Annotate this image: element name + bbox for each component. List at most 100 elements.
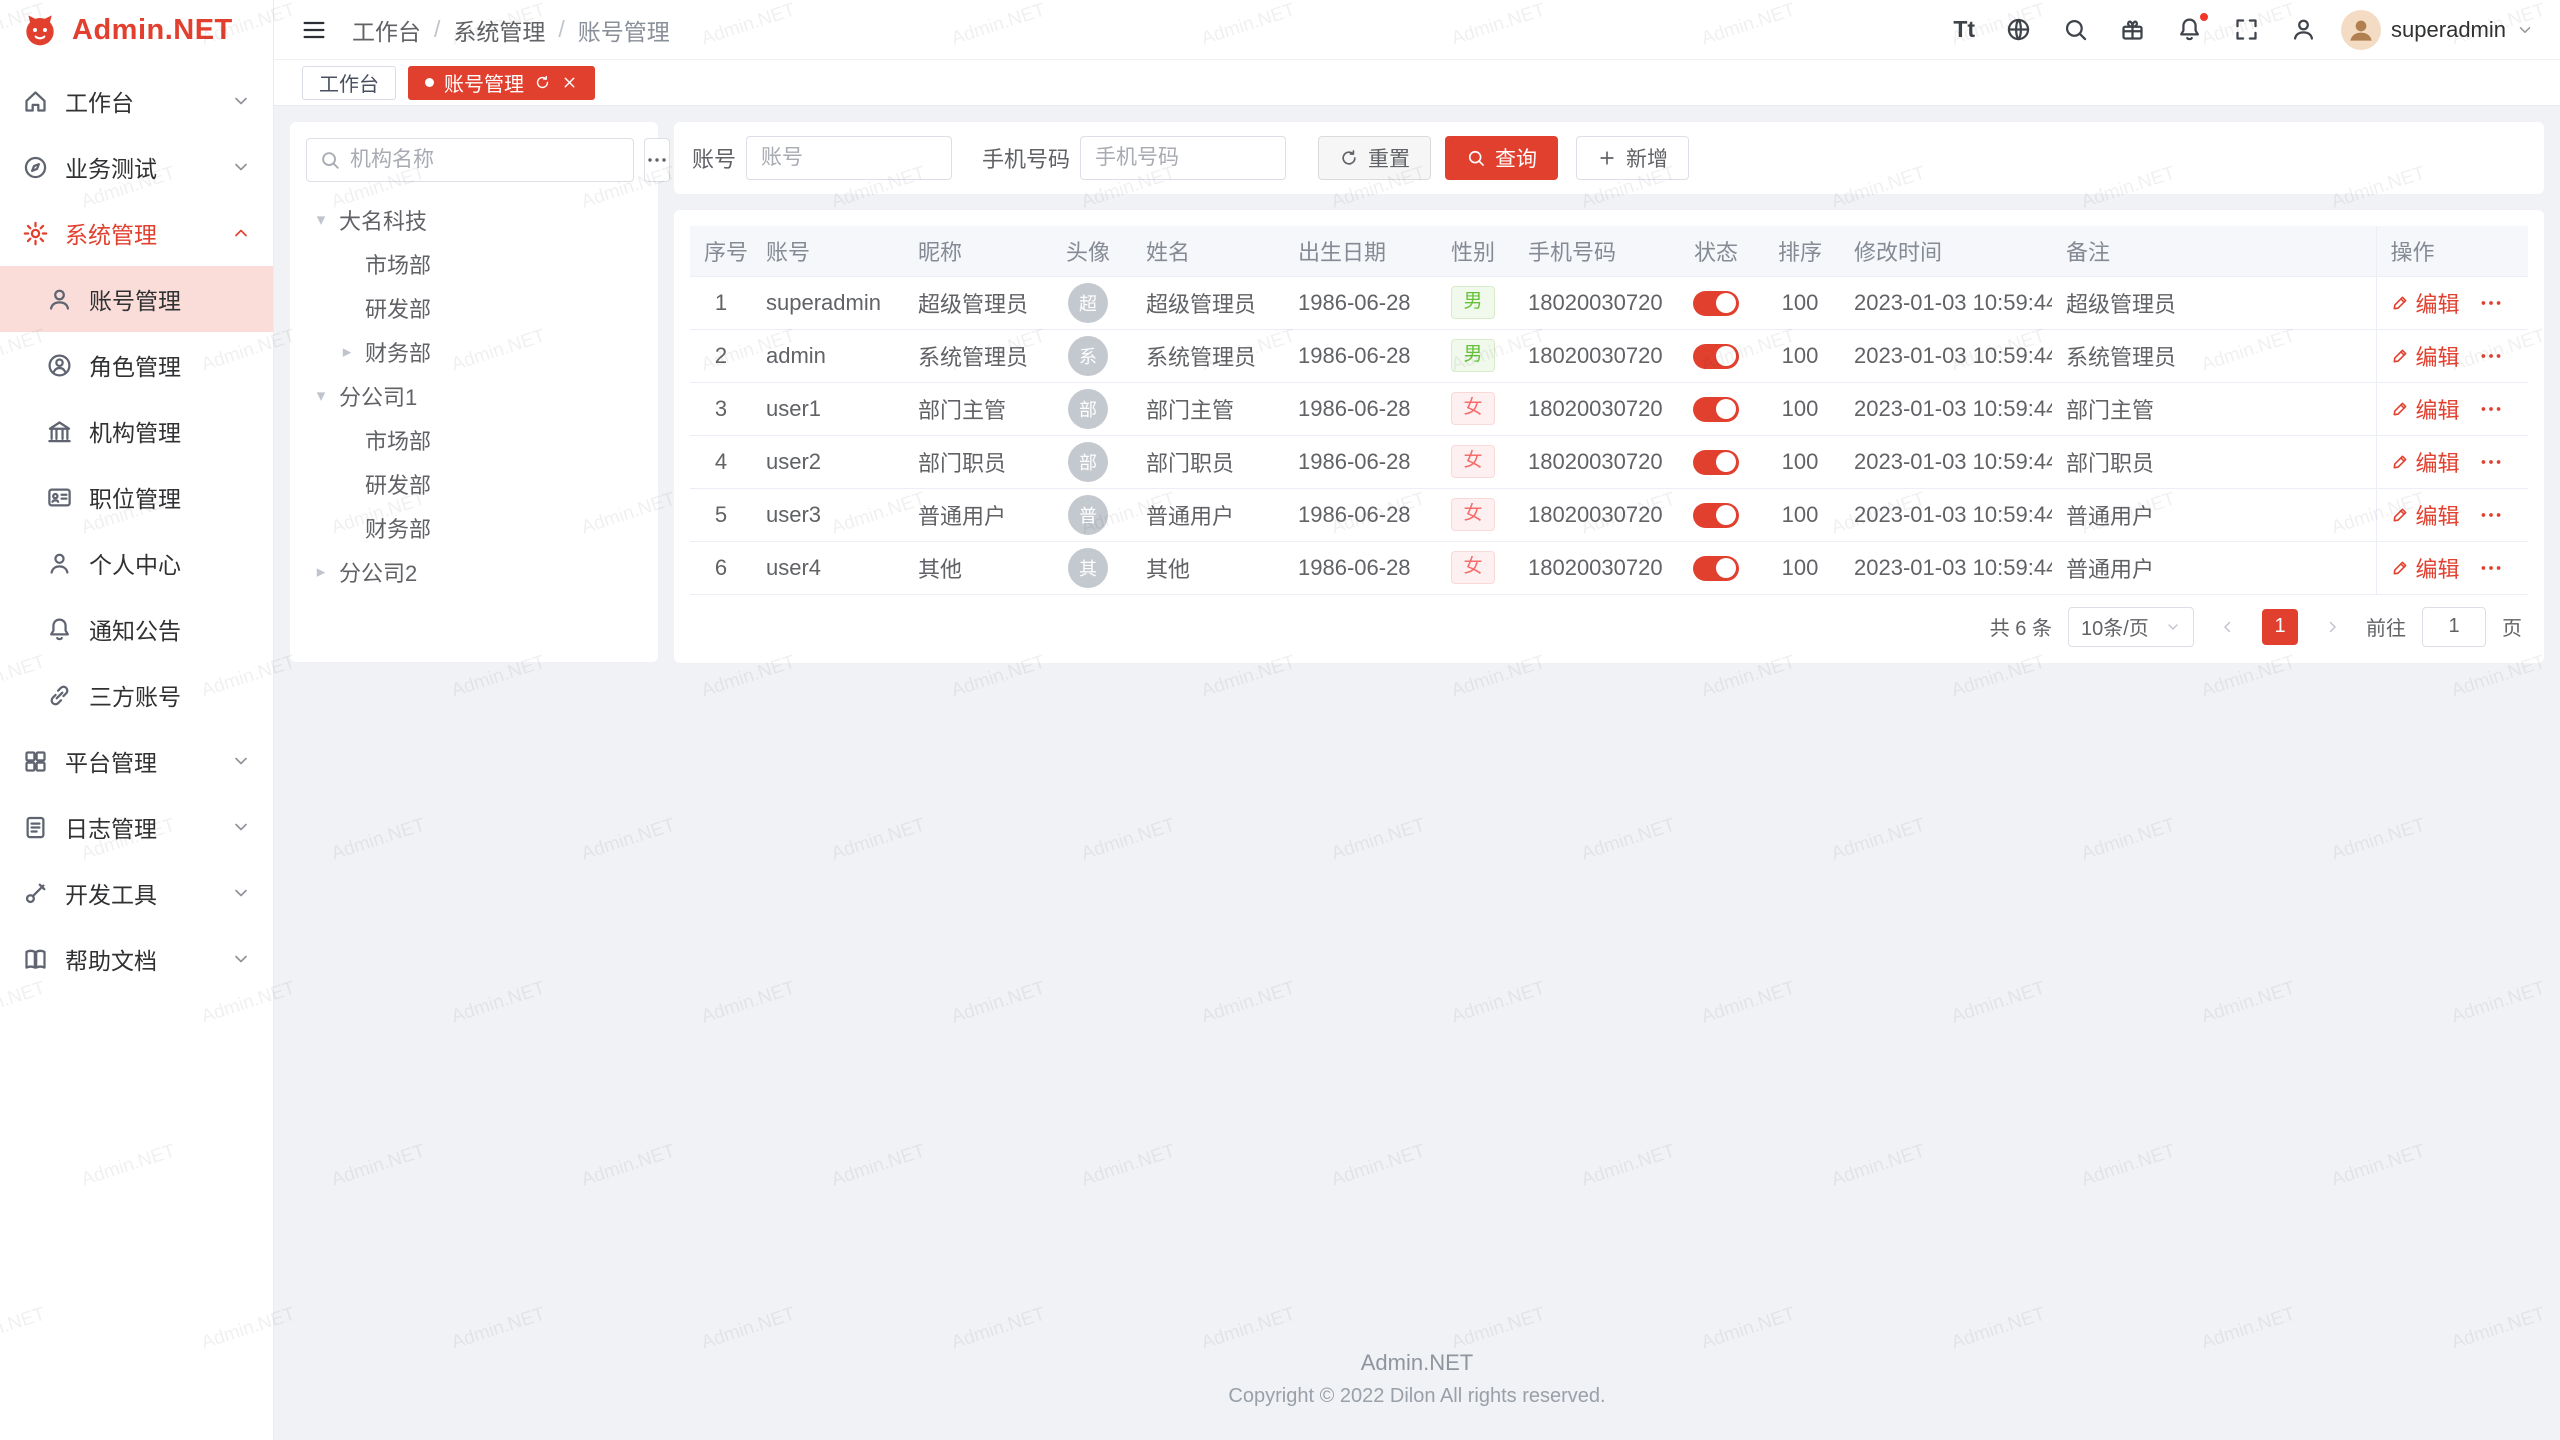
tree-caret-icon[interactable]: ▾ <box>310 210 332 230</box>
status-toggle[interactable] <box>1693 397 1739 422</box>
cell-phone: 18020030720 <box>1514 488 1672 541</box>
edit-label: 编辑 <box>2416 287 2460 319</box>
add-button[interactable]: 新增 <box>1576 136 1689 180</box>
tree-row[interactable]: 市场部 <box>332 242 642 286</box>
tree-node-label: 研发部 <box>365 292 431 324</box>
link-icon <box>46 682 73 709</box>
accounts-table: 序号账号昵称头像姓名出生日期性别手机号码状态排序修改时间备注操作1superad… <box>690 226 2528 595</box>
account-input[interactable] <box>746 136 952 180</box>
tree-row[interactable]: 市场部 <box>332 418 642 462</box>
status-toggle[interactable] <box>1693 450 1739 475</box>
cell-index: 4 <box>690 435 752 488</box>
sidebar-item-home[interactable]: 工作台 <box>0 68 273 134</box>
row-more-button[interactable] <box>2478 290 2504 316</box>
tree-caret-icon[interactable]: ▾ <box>310 386 332 406</box>
cell-sort: 100 <box>1760 329 1840 382</box>
cell-remark: 系统管理员 <box>2052 329 2376 382</box>
sidebar-item-label: 业务测试 <box>65 150 157 184</box>
tree-row[interactable]: 财务部 <box>332 506 642 550</box>
page-size-select[interactable]: 10条/页 <box>2068 607 2194 647</box>
edit-button[interactable]: 编辑 <box>2391 393 2460 425</box>
edit-button[interactable]: 编辑 <box>2391 446 2460 478</box>
edit-button[interactable]: 编辑 <box>2391 552 2460 584</box>
sidebar-item-bell[interactable]: 通知公告 <box>0 596 273 662</box>
fullscreen-icon[interactable] <box>2233 16 2260 43</box>
grid-icon <box>22 748 49 775</box>
tab-refresh-icon[interactable] <box>534 74 551 91</box>
app-root: Admin.NET 工作台业务测试系统管理账号管理角色管理机构管理职位管理个人中… <box>0 0 2560 1440</box>
tree-row[interactable]: ▾分公司1 <box>306 374 642 418</box>
edit-button[interactable]: 编辑 <box>2391 287 2460 319</box>
theme-icon[interactable] <box>2119 16 2146 43</box>
sidebar-item-gear[interactable]: 系统管理 <box>0 200 273 266</box>
compass-icon <box>22 154 49 181</box>
sidebar-item-book[interactable]: 帮助文档 <box>0 926 273 992</box>
sidebar-item-tools[interactable]: 开发工具 <box>0 860 273 926</box>
edit-button[interactable]: 编辑 <box>2391 499 2460 531</box>
sidebar-item-grid[interactable]: 平台管理 <box>0 728 273 794</box>
tree-row[interactable]: ▸ 分公司2 <box>306 550 642 594</box>
org-search[interactable] <box>306 138 634 182</box>
breadcrumb-item[interactable]: 账号管理 <box>578 13 670 47</box>
org-more-button[interactable] <box>644 138 670 182</box>
sidebar-item-doc[interactable]: 日志管理 <box>0 794 273 860</box>
reset-button[interactable]: 重置 <box>1318 136 1431 180</box>
next-page-button[interactable] <box>2314 609 2350 645</box>
column-header: 排序 <box>1760 226 1840 276</box>
cell-avatar: 部 <box>1044 435 1132 488</box>
status-toggle[interactable] <box>1693 344 1739 369</box>
tree-row[interactable]: 研发部 <box>332 462 642 506</box>
org-search-input[interactable] <box>350 148 621 172</box>
search-button[interactable]: 查询 <box>1445 136 1558 180</box>
row-more-button[interactable] <box>2478 449 2504 475</box>
tree-node: ▸ 分公司2 <box>306 550 642 594</box>
header-actions: Tt <box>1953 16 2317 43</box>
tab-close-icon[interactable] <box>561 74 578 91</box>
profile-icon[interactable] <box>2290 16 2317 43</box>
bank-icon <box>46 418 73 445</box>
cell-actions: 编辑 <box>2376 435 2528 488</box>
font-size-icon[interactable]: Tt <box>1953 16 1975 43</box>
tree-row[interactable]: ▾大名科技 <box>306 198 642 242</box>
tree-caret-icon[interactable]: ▸ <box>310 562 332 582</box>
cell-status <box>1672 488 1760 541</box>
sidebar-item-compass[interactable]: 业务测试 <box>0 134 273 200</box>
tab-item[interactable]: 工作台 <box>302 66 396 100</box>
tree-node-label: 分公司2 <box>339 556 417 588</box>
cell-nickname: 普通用户 <box>904 488 1044 541</box>
cell-birthdate: 1986-06-28 <box>1284 488 1432 541</box>
status-toggle[interactable] <box>1693 291 1739 316</box>
tools-icon <box>22 880 49 907</box>
cell-remark: 普通用户 <box>2052 488 2376 541</box>
row-more-button[interactable] <box>2478 555 2504 581</box>
phone-input[interactable] <box>1080 136 1286 180</box>
prev-page-button[interactable] <box>2210 609 2246 645</box>
tree-row[interactable]: ▸财务部 <box>332 330 642 374</box>
notification-icon[interactable] <box>2176 16 2203 43</box>
cell-actions: 编辑 <box>2376 329 2528 382</box>
row-more-button[interactable] <box>2478 502 2504 528</box>
page-number[interactable]: 1 <box>2262 609 2298 645</box>
edit-button[interactable]: 编辑 <box>2391 340 2460 372</box>
breadcrumb-item[interactable]: 系统管理 <box>453 13 545 47</box>
goto-input[interactable] <box>2422 607 2486 647</box>
sidebar-item-bank[interactable]: 机构管理 <box>0 398 273 464</box>
sidebar-item-user[interactable]: 账号管理 <box>0 266 273 332</box>
hamburger-icon[interactable] <box>300 16 328 44</box>
sidebar-item-role[interactable]: 角色管理 <box>0 332 273 398</box>
sidebar-item-person[interactable]: 个人中心 <box>0 530 273 596</box>
tab-active[interactable]: 账号管理 <box>408 66 595 100</box>
sidebar-item-idcard[interactable]: 职位管理 <box>0 464 273 530</box>
status-toggle[interactable] <box>1693 556 1739 581</box>
tree-row[interactable]: 研发部 <box>332 286 642 330</box>
breadcrumb-item[interactable]: 工作台 <box>352 13 421 47</box>
status-toggle[interactable] <box>1693 503 1739 528</box>
row-more-button[interactable] <box>2478 396 2504 422</box>
sidebar-item-link[interactable]: 三方账号 <box>0 662 273 728</box>
row-more-button[interactable] <box>2478 343 2504 369</box>
locale-icon[interactable] <box>2005 16 2032 43</box>
user-menu[interactable]: superadmin <box>2341 10 2534 50</box>
tree-caret-icon[interactable]: ▸ <box>336 342 358 362</box>
cell-sort: 100 <box>1760 276 1840 329</box>
search-icon[interactable] <box>2062 16 2089 43</box>
